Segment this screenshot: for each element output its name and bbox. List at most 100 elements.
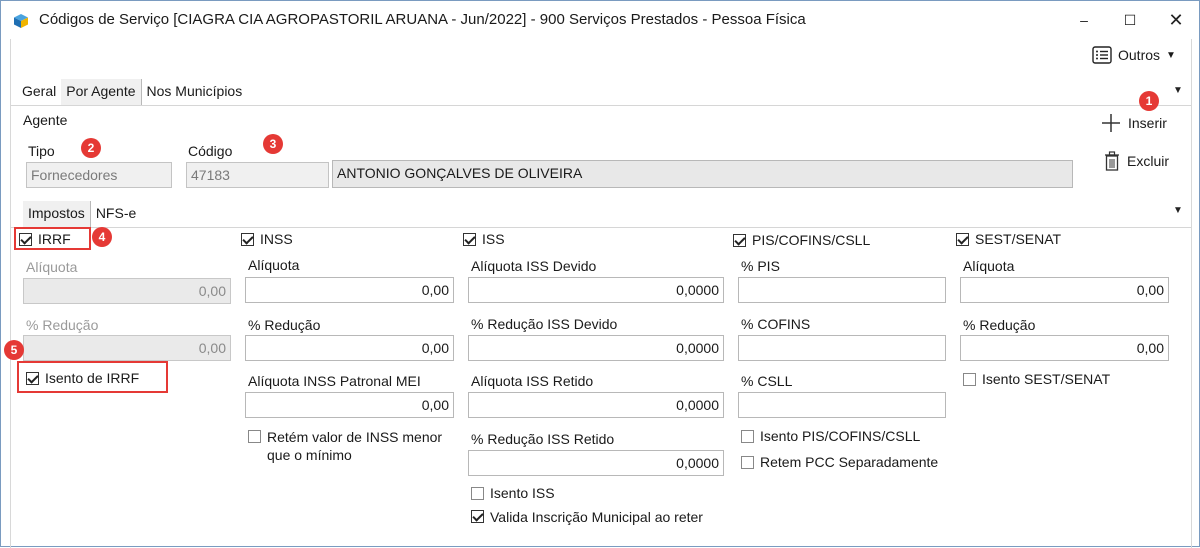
irrf-reducao-label: % Redução [26,317,99,333]
subtabs-dropdown-icon[interactable]: ▼ [1173,205,1183,216]
tab-impostos[interactable]: Impostos [23,201,91,227]
tab-por-agente[interactable]: Por Agente [61,79,142,105]
tipo-label: Tipo [28,143,55,159]
agente-nome-field[interactable]: ANTONIO GONÇALVES DE OLIVEIRA [332,160,1073,188]
valida-inscricao-checkbox[interactable]: Valida Inscrição Municipal ao reter [471,508,711,526]
checkbox-checked-icon [733,234,746,247]
excluir-button[interactable]: Excluir [1104,151,1169,171]
chevron-down-icon: ▼ [1166,49,1176,61]
sest-reducao-label: % Redução [963,317,1036,333]
outros-button[interactable]: Outros ▼ [1092,43,1176,67]
tabs-dropdown-icon[interactable]: ▼ [1173,85,1183,96]
inserir-button[interactable]: Inserir [1101,113,1167,133]
badge-1: 1 [1139,91,1159,111]
tab-nos-municipios[interactable]: Nos Municípios [142,79,248,105]
cofins-label: % COFINS [741,316,811,332]
inss-label: INSS [260,231,293,247]
isento-pcc-label: Isento PIS/COFINS/CSLL [760,428,921,444]
maximize-button[interactable]: ☐ [1107,1,1153,39]
tipo-field[interactable]: Fornecedores [26,162,172,188]
pis-label: % PIS [741,258,780,274]
close-button[interactable]: ✕ [1153,1,1199,39]
sest-checkbox[interactable]: SEST/SENAT [956,231,1061,247]
isento-iss-label: Isento ISS [490,485,555,501]
irrf-checkbox[interactable]: IRRF [19,231,71,247]
badge-3: 3 [263,134,283,154]
codigo-field[interactable]: 47183 [186,162,329,188]
cofins-field[interactable] [738,335,946,361]
iss-retido-field[interactable]: 0,0000 [468,392,724,418]
checkbox-unchecked-icon [963,373,976,386]
sest-reducao-field[interactable]: 0,00 [960,335,1169,361]
inss-patronal-field[interactable]: 0,00 [245,392,454,418]
agente-section-label: Agente [23,112,68,128]
window-title: Códigos de Serviço [CIAGRA CIA AGROPASTO… [39,11,806,28]
csll-label: % CSLL [741,373,793,389]
checkbox-unchecked-icon [248,430,261,443]
inss-reducao-field[interactable]: 0,00 [245,335,454,361]
csll-field[interactable] [738,392,946,418]
inss-retem-checkbox[interactable]: Retém valor de INSS menor que o mínimo [248,428,458,464]
list-icon [1092,46,1112,64]
iss-red-devido-field[interactable]: 0,0000 [468,335,724,361]
tab-divider [11,105,1191,106]
inss-checkbox[interactable]: INSS [241,231,293,247]
checkbox-checked-icon [241,233,254,246]
iss-red-retido-field[interactable]: 0,0000 [468,450,724,476]
iss-retido-label: Alíquota ISS Retido [471,373,594,389]
badge-4: 4 [92,227,112,247]
inss-patronal-label: Alíquota INSS Patronal MEI [248,373,421,389]
badge-5: 5 [4,340,24,360]
inss-aliquota-label: Alíquota [248,257,300,273]
minimize-button[interactable]: – [1061,1,1107,39]
iss-devido-label: Alíquota ISS Devido [471,258,597,274]
inss-reducao-label: % Redução [248,317,321,333]
sest-label: SEST/SENAT [975,231,1062,247]
isento-iss-checkbox[interactable]: Isento ISS [471,485,555,501]
subtab-divider [11,227,1191,228]
iss-red-retido-label: % Redução ISS Retido [471,431,615,447]
checkbox-checked-icon [19,233,32,246]
form-content: Outros ▼ Geral Por Agente Nos Municípios… [4,39,1192,548]
inserir-label: Inserir [1128,115,1167,131]
window: Códigos de Serviço [CIAGRA CIA AGROPASTO… [0,0,1200,548]
inss-retem-label: Retém valor de INSS menor que o mínimo [267,429,443,463]
tab-nfse[interactable]: NFS-e [91,201,141,227]
codigo-label: Código [188,143,233,159]
pcc-checkbox[interactable]: PIS/COFINS/CSLL [733,232,870,248]
checkbox-checked-icon [26,372,39,385]
isento-sest-checkbox[interactable]: Isento SEST/SENAT [963,371,1110,387]
isento-sest-label: Isento SEST/SENAT [982,371,1111,387]
iss-label: ISS [482,231,505,247]
irrf-aliquota-label: Alíquota [26,259,78,275]
irrf-aliquota-field[interactable]: 0,00 [23,278,231,304]
title-bar: Códigos de Serviço [CIAGRA CIA AGROPASTO… [1,1,1199,39]
sub-tabs: Impostos NFS-e [23,201,141,227]
tab-geral[interactable]: Geral [17,79,61,105]
iss-devido-field[interactable]: 0,0000 [468,277,724,303]
pcc-separado-label: Retem PCC Separadamente [760,454,939,470]
checkbox-checked-icon [463,233,476,246]
checkbox-checked-icon [956,233,969,246]
inss-aliquota-field[interactable]: 0,00 [245,277,454,303]
app-cube-icon [14,14,28,28]
sest-aliquota-label: Alíquota [963,258,1015,274]
pcc-separado-checkbox[interactable]: Retem PCC Separadamente [741,454,938,470]
isento-irrf-checkbox[interactable]: Isento de IRRF [26,370,139,386]
valida-inscricao-label: Valida Inscrição Municipal ao reter [490,509,703,525]
outros-label: Outros [1118,47,1161,63]
iss-checkbox[interactable]: ISS [463,231,505,247]
checkbox-checked-icon [471,510,484,523]
checkbox-unchecked-icon [741,456,754,469]
irrf-reducao-field[interactable]: 0,00 [23,335,231,361]
sest-aliquota-field[interactable]: 0,00 [960,277,1169,303]
checkbox-unchecked-icon [741,430,754,443]
excluir-label: Excluir [1127,153,1170,169]
badge-2: 2 [81,138,101,158]
isento-pcc-checkbox[interactable]: Isento PIS/COFINS/CSLL [741,428,920,444]
pis-field[interactable] [738,277,946,303]
checkbox-unchecked-icon [471,487,484,500]
isento-irrf-label: Isento de IRRF [45,370,140,386]
main-tabs: Geral Por Agente Nos Municípios [17,79,247,105]
pcc-label: PIS/COFINS/CSLL [752,232,871,248]
